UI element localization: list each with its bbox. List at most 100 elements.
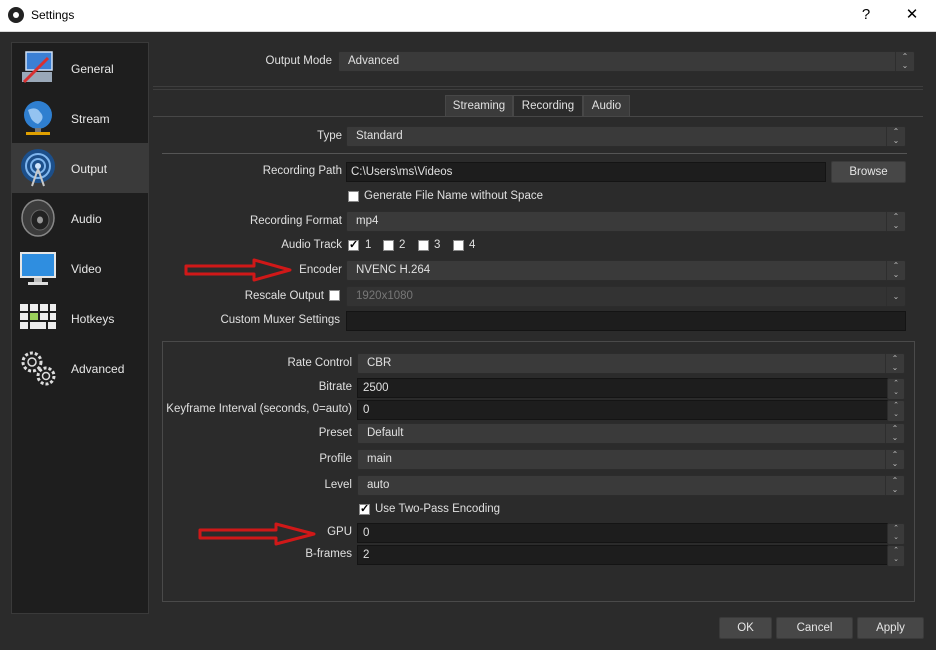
cancel-button[interactable]: Cancel <box>776 617 853 639</box>
divider <box>153 89 923 90</box>
keyframe-interval-value: 0 <box>363 404 370 416</box>
encoder-select[interactable]: NVENC H.264 ⌃ ⌄ <box>346 260 906 281</box>
audio-track-3-label: 3 <box>434 239 441 251</box>
rate-control-label: Rate Control <box>287 357 352 369</box>
ok-button[interactable]: OK <box>719 617 772 639</box>
sidebar-item-label: Hotkeys <box>71 312 115 326</box>
bframes-label: B-frames <box>305 548 352 560</box>
recording-format-value: mp4 <box>356 215 379 227</box>
rate-control-select[interactable]: CBR ⌃ ⌄ <box>357 353 905 374</box>
audio-track-4-checkbox[interactable] <box>453 240 464 251</box>
gpu-input[interactable]: 0 ⌃ ⌄ <box>357 523 905 545</box>
bframes-value: 2 <box>363 549 370 561</box>
profile-value: main <box>367 453 392 465</box>
annotation-arrow-gpu-icon <box>198 522 316 546</box>
tab-audio[interactable]: Audio <box>583 95 630 117</box>
bitrate-input[interactable]: 2500 ⌃ ⌄ <box>357 378 905 400</box>
window-title: Settings <box>31 8 75 22</box>
divider <box>153 86 923 87</box>
bframes-spinner[interactable]: ⌃ ⌄ <box>887 545 905 567</box>
output-mode-select[interactable]: Advanced ⌃ ⌄ <box>338 51 915 72</box>
sidebar-item-stream[interactable]: Stream <box>12 93 148 143</box>
recording-path-input[interactable]: C:\Users\ms\Videos <box>346 162 826 182</box>
obs-logo-icon <box>8 7 24 23</box>
sidebar-item-advanced[interactable]: Advanced <box>12 343 148 393</box>
two-pass-label: Use Two-Pass Encoding <box>375 503 501 515</box>
keyframe-interval-input[interactable]: 0 ⌃ ⌄ <box>357 400 905 422</box>
sidebar-item-video[interactable]: Video <box>12 243 148 293</box>
audio-track-1-checkbox[interactable] <box>348 238 359 251</box>
custom-muxer-input[interactable] <box>346 311 906 331</box>
divider <box>162 153 907 154</box>
output-mode-value: Advanced <box>348 55 400 67</box>
spinner-arrows-icon: ⌃ ⌄ <box>885 354 904 373</box>
gpu-label: GPU <box>327 526 352 538</box>
spinner-arrows-icon: ⌃ ⌄ <box>885 424 904 443</box>
preset-label: Preset <box>318 427 352 439</box>
rescale-output-label: Rescale Output <box>244 290 324 302</box>
profile-select[interactable]: main ⌃ ⌄ <box>357 449 905 470</box>
audio-track-2-label: 2 <box>399 239 406 251</box>
audio-track-1-label: 1 <box>365 239 372 251</box>
preset-select[interactable]: Default ⌃ ⌄ <box>357 423 905 444</box>
level-select[interactable]: auto ⌃ ⌄ <box>357 475 905 496</box>
apply-button[interactable]: Apply <box>857 617 924 639</box>
spinner-arrows-icon: ⌃ ⌄ <box>886 127 905 146</box>
keyframe-spinner[interactable]: ⌃ ⌄ <box>887 400 905 422</box>
preset-value: Default <box>367 427 404 439</box>
rescale-resolution-select[interactable]: 1920x1080 ⌄ <box>346 286 906 307</box>
recording-format-select[interactable]: mp4 ⌃ ⌄ <box>346 211 906 232</box>
two-pass-checkbox[interactable] <box>359 502 370 515</box>
keyboard-icon <box>20 304 56 329</box>
encoder-value: NVENC H.264 <box>356 264 431 276</box>
audio-track-4-label: 4 <box>469 239 476 251</box>
tab-streaming[interactable]: Streaming <box>445 95 513 117</box>
encoder-label: Encoder <box>299 264 342 276</box>
bitrate-spinner[interactable]: ⌃ ⌄ <box>887 378 905 400</box>
profile-label: Profile <box>319 453 352 465</box>
sidebar-item-audio[interactable]: Audio <box>12 193 148 243</box>
sidebar-item-general[interactable]: General <box>12 43 148 93</box>
type-label: Type <box>317 130 342 142</box>
output-antenna-icon <box>21 149 55 187</box>
gears-icon <box>21 351 56 386</box>
browse-button[interactable]: Browse <box>831 161 906 183</box>
sidebar-item-label: General <box>71 62 114 76</box>
custom-muxer-label: Custom Muxer Settings <box>220 314 340 326</box>
recording-type-select[interactable]: Standard ⌃ ⌄ <box>346 126 906 147</box>
close-button[interactable]: ✕ <box>898 4 926 26</box>
recording-format-label: Recording Format <box>249 215 342 227</box>
sidebar-item-label: Video <box>71 262 102 276</box>
title-bar: Settings ? ✕ <box>0 0 936 32</box>
spinner-arrows-icon: ⌃ ⌄ <box>886 212 905 231</box>
speaker-icon <box>21 199 55 237</box>
sidebar-item-output[interactable]: Output <box>12 143 148 193</box>
spinner-arrows-icon: ⌃ ⌄ <box>886 261 905 280</box>
level-label: Level <box>324 479 353 491</box>
spinner-arrows-icon: ⌃ ⌄ <box>885 450 904 469</box>
sidebar-item-label: Advanced <box>71 362 125 376</box>
spinner-arrows-icon: ⌃ ⌄ <box>885 476 904 495</box>
sidebar-item-label: Stream <box>71 112 110 126</box>
keyframe-interval-label: Keyframe Interval (seconds, 0=auto) <box>166 403 352 415</box>
settings-sidebar: General Stream Output Audio Video Hotkey… <box>11 42 149 614</box>
sidebar-item-label: Audio <box>71 212 102 226</box>
audio-track-3-checkbox[interactable] <box>418 240 429 251</box>
bitrate-value: 2500 <box>363 382 389 394</box>
bitrate-label: Bitrate <box>318 381 352 393</box>
audio-track-2-checkbox[interactable] <box>383 240 394 251</box>
help-button[interactable]: ? <box>852 4 880 26</box>
rescale-output-checkbox[interactable] <box>329 290 340 301</box>
generate-filename-checkbox[interactable] <box>348 191 359 202</box>
chevron-down-icon: ⌄ <box>886 287 905 306</box>
monitor-icon <box>20 252 56 285</box>
general-icon <box>22 51 53 84</box>
generate-filename-label: Generate File Name without Space <box>364 190 543 202</box>
tab-recording[interactable]: Recording <box>513 95 583 117</box>
bframes-input[interactable]: 2 ⌃ ⌄ <box>357 545 905 567</box>
gpu-spinner[interactable]: ⌃ ⌄ <box>887 523 905 545</box>
sidebar-item-hotkeys[interactable]: Hotkeys <box>12 293 148 343</box>
audio-track-label: Audio Track <box>281 239 342 251</box>
rate-control-value: CBR <box>367 357 392 369</box>
recording-type-value: Standard <box>356 130 403 142</box>
